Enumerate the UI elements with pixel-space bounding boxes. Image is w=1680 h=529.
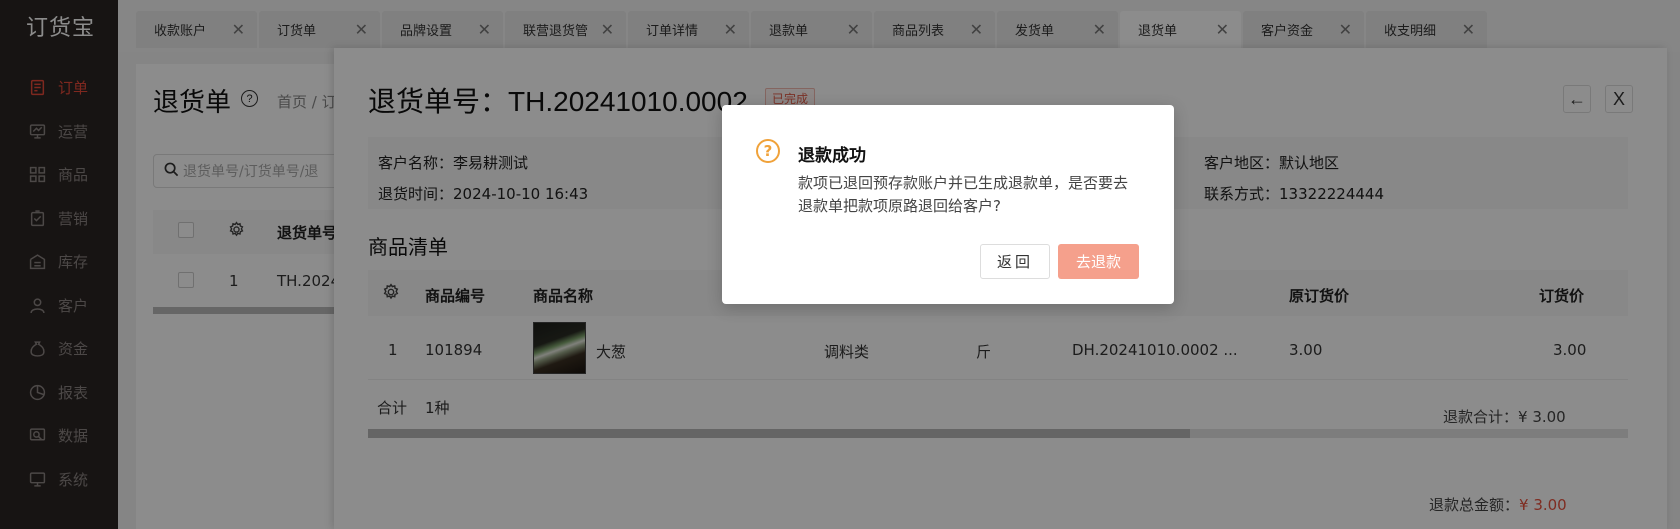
refund-success-dialog: ? 退款成功 款项已退回预存款账户并已生成退款单，是否要去退款单把款项原路退回给… (722, 105, 1174, 304)
dialog-title: 退款成功 (798, 146, 866, 166)
dialog-message: 款项已退回预存款账户并已生成退款单，是否要去退款单把款项原路退回给客户? (798, 174, 1129, 215)
question-icon: ? (756, 139, 780, 163)
go-refund-button[interactable]: 去退款 (1058, 244, 1139, 279)
back-button[interactable]: 返回 (980, 244, 1050, 279)
